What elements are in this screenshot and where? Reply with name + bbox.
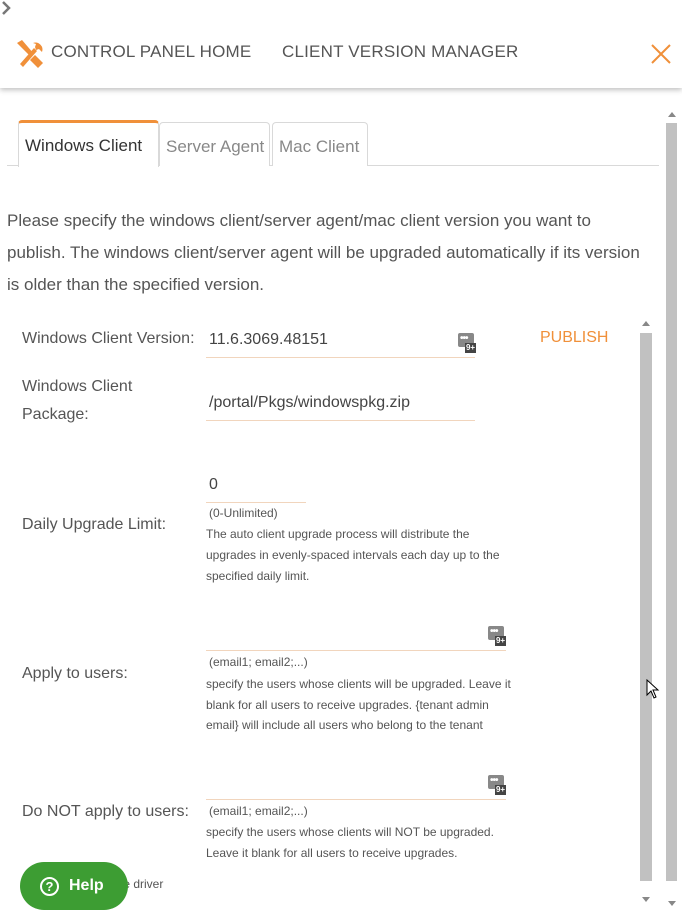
apply-users-underline: [206, 650, 506, 651]
tools-icon: [17, 40, 43, 68]
apply-users-hint: (email1; email2;...): [209, 655, 308, 669]
user-picker-icon[interactable]: ••• 9+: [488, 775, 506, 795]
tab-server-agent[interactable]: Server Agent: [159, 122, 270, 166]
close-icon[interactable]: [649, 42, 673, 66]
exclude-users-help-line: specify the users whose clients will NOT…: [206, 825, 494, 839]
client-tabs: Windows Client Server Agent Mac Client: [7, 120, 659, 167]
version-label: Windows Client Version:: [22, 330, 195, 347]
daily-limit-label: Daily Upgrade Limit:: [22, 516, 167, 533]
chevron-right-icon: [2, 1, 11, 15]
tab-mac-client[interactable]: Mac Client: [272, 122, 368, 166]
daily-limit-hint: (0-Unlimited): [209, 506, 278, 520]
exclude-users-label: Do NOT apply to users:: [22, 803, 189, 820]
scroll-up-arrow-icon[interactable]: [668, 112, 676, 117]
daily-limit-help-line: specified daily limit.: [206, 569, 310, 583]
breadcrumb-current: CLIENT VERSION MANAGER: [282, 42, 519, 61]
apply-users-label: Apply to users:: [22, 665, 128, 682]
form-scrollbar-thumb[interactable]: [640, 333, 652, 881]
apply-users-help-line: email} will include all users who belong…: [206, 718, 483, 732]
package-input-underline: [206, 420, 475, 421]
header-bar: CONTROL PANEL HOME CLIENT VERSION MANAGE…: [0, 0, 682, 88]
package-input[interactable]: /portal/Pkgs/windowspkg.zip: [209, 394, 410, 412]
exclude-users-hint: (email1; email2;...): [209, 804, 308, 818]
scroll-down-arrow-icon[interactable]: [642, 897, 650, 902]
package-label-line2: Package:: [22, 406, 89, 423]
form-scrollbar[interactable]: [638, 316, 654, 906]
publish-button[interactable]: PUBLISH: [540, 329, 608, 347]
question-circle-icon: ?: [40, 877, 59, 896]
page-scrollbar[interactable]: [664, 107, 679, 910]
user-picker-icon[interactable]: ••• 9+: [458, 333, 476, 353]
help-button-label: Help: [69, 877, 104, 894]
breadcrumb-home-link[interactable]: CONTROL PANEL HOME: [51, 42, 251, 62]
mouse-cursor-icon: [646, 679, 660, 699]
page-scrollbar-thumb[interactable]: [666, 123, 677, 881]
daily-limit-help-line: The auto client upgrade process will dis…: [206, 527, 470, 541]
apply-users-help-line: blank for all users to receive upgrades.…: [206, 698, 489, 712]
instructions-text: Please specify the windows client/server…: [7, 211, 640, 294]
version-input[interactable]: 11.6.3069.48151: [209, 331, 328, 349]
daily-limit-help-line: upgrades in evenly-spaced intervals each…: [206, 548, 500, 562]
tab-windows-client[interactable]: Windows Client: [18, 120, 159, 167]
user-picker-icon[interactable]: ••• 9+: [488, 626, 506, 646]
version-input-underline: [206, 357, 475, 358]
exclude-users-help-line: Leave it blank for all users to receive …: [206, 846, 458, 860]
package-label-line1: Windows Client: [22, 378, 133, 395]
exclude-users-underline: [206, 799, 506, 800]
daily-limit-input[interactable]: 0: [209, 476, 218, 494]
scroll-down-arrow-icon[interactable]: [668, 901, 676, 906]
help-button[interactable]: ? Help: [20, 862, 128, 910]
apply-users-help-line: specify the users whose clients will be …: [206, 677, 511, 691]
scroll-up-arrow-icon[interactable]: [642, 321, 650, 326]
